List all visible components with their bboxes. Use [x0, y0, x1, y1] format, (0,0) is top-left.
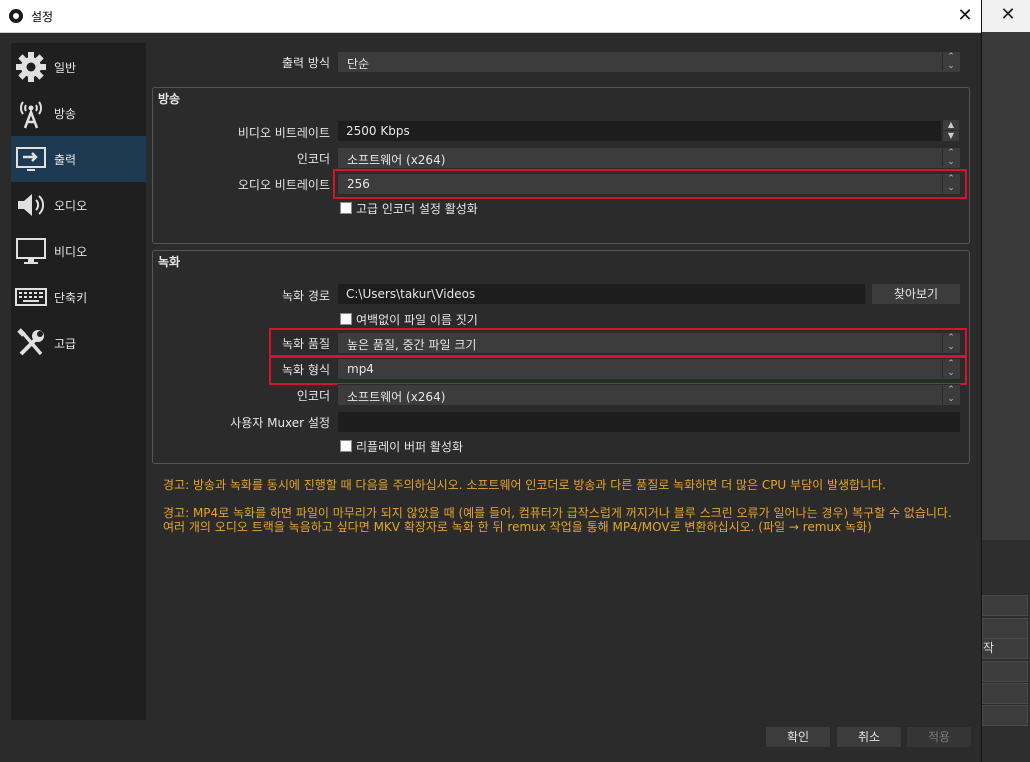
sidebar-item-label: 방송	[54, 107, 77, 121]
keyboard-icon	[15, 288, 47, 306]
titlebar	[0, 0, 981, 33]
output-mode-label: 출력 방식	[282, 56, 330, 70]
audio-bitrate-label: 오디오 비트레이트	[237, 178, 330, 192]
recording-path-input[interactable]: C:\Users\takur\Videos	[337, 283, 866, 305]
close-icon[interactable]: ✕	[952, 4, 978, 28]
monitor-icon	[16, 238, 46, 264]
background-dock-button[interactable]	[982, 705, 1028, 726]
obs-logo-icon	[9, 9, 23, 23]
replay-buffer-label: 리플레이 버퍼 활성화	[356, 440, 463, 454]
chevron-updown-icon: ⌃ ⌄	[942, 53, 959, 71]
video-bitrate-value: 2500 Kbps	[346, 124, 410, 138]
broadcast-icon	[20, 101, 42, 129]
sidebar-item-label: 오디오	[54, 199, 88, 213]
sidebar-item-label: 고급	[54, 337, 77, 351]
settings-sidebar: 일반 방송 출력 오디오 비디오 단축키 고급	[11, 43, 146, 720]
audio-bitrate-select[interactable]: 256 ⌃ ⌄	[337, 173, 961, 195]
chevron-updown-icon: ⌃ ⌄	[942, 149, 959, 167]
chevron-updown-icon: ⌃ ⌄	[942, 334, 959, 352]
custom-muxer-input[interactable]	[337, 411, 961, 433]
recording-encoder-label: 인코더	[296, 389, 330, 403]
sidebar-item-advanced[interactable]: 고급	[11, 320, 146, 366]
gear-icon	[16, 52, 46, 82]
cancel-button[interactable]: 취소	[836, 726, 902, 748]
sidebar-item-hotkeys[interactable]: 단축키	[11, 274, 146, 320]
custom-muxer-label: 사용자 Muxer 설정	[230, 416, 330, 430]
replay-buffer-checkbox[interactable]	[340, 440, 352, 452]
chevron-updown-icon: ⌃ ⌄	[942, 360, 959, 378]
browse-button[interactable]: 찾아보기	[871, 283, 961, 305]
sidebar-item-label: 출력	[54, 153, 77, 167]
advanced-encoder-label: 고급 인코더 설정 활성화	[356, 202, 478, 216]
stream-encoder-select[interactable]: 소프트웨어 (x264) ⌃ ⌄	[337, 147, 961, 169]
sidebar-item-stream[interactable]: 방송	[11, 90, 146, 136]
background-dock-button[interactable]	[982, 683, 1028, 704]
background-dock-button[interactable]	[982, 595, 1028, 616]
sidebar-item-label: 비디오	[54, 245, 88, 259]
warning-text: 경고: MP4로 녹화를 하면 파일이 마무리가 되지 않았을 때 (예를 들어…	[163, 506, 952, 534]
spin-up-icon[interactable]: ▲	[943, 120, 959, 130]
audio-bitrate-value: 256	[347, 177, 370, 191]
recording-quality-label: 녹화 품질	[282, 337, 330, 351]
recording-format-value: mp4	[347, 362, 374, 376]
warning-text: 경고: 방송과 녹화를 동시에 진행할 때 다음을 주의하십시오. 소프트웨어 …	[163, 478, 886, 492]
recording-path-value: C:\Users\takur\Videos	[346, 287, 476, 301]
background-dock-button[interactable]	[982, 661, 1028, 682]
background-close-icon[interactable]: ✕	[996, 4, 1020, 26]
ok-button[interactable]: 확인	[765, 726, 831, 748]
background-dock-button[interactable]	[982, 618, 1028, 639]
output-mode-value: 단순	[347, 57, 370, 71]
sidebar-item-general[interactable]: 일반	[11, 44, 146, 90]
sidebar-item-label: 단축키	[54, 291, 88, 305]
tools-icon	[17, 328, 44, 356]
output-mode-select[interactable]: 단순 ⌃ ⌄	[337, 51, 961, 73]
settings-dialog: 설정 ✕ 일반 방송 출력 오디오 비디오 단축키 고급 출력 방식 단순 ⌃ …	[0, 0, 982, 762]
recording-format-label: 녹화 형식	[282, 363, 330, 377]
stream-encoder-value: 소프트웨어 (x264)	[347, 153, 446, 167]
stream-group-title: 방송	[158, 92, 181, 106]
video-bitrate-spinbox[interactable]: 2500 Kbps	[337, 120, 942, 142]
no-space-filenames-label: 여백없이 파일 이름 짓기	[356, 313, 478, 327]
speaker-icon	[18, 194, 45, 216]
sidebar-item-audio[interactable]: 오디오	[11, 182, 146, 228]
stream-encoder-label: 인코더	[296, 152, 330, 166]
apply-button[interactable]: 적용	[906, 726, 972, 748]
video-bitrate-label: 비디오 비트레이트	[237, 126, 330, 140]
recording-encoder-value: 소프트웨어 (x264)	[347, 390, 446, 404]
sidebar-item-video[interactable]: 비디오	[11, 228, 146, 274]
sidebar-item-output[interactable]: 출력	[11, 136, 146, 182]
advanced-encoder-checkbox[interactable]	[340, 202, 352, 214]
chevron-updown-icon: ⌃ ⌄	[942, 386, 959, 404]
output-icon	[16, 147, 46, 171]
dialog-title: 설정	[31, 10, 54, 24]
recording-encoder-select[interactable]: 소프트웨어 (x264) ⌃ ⌄	[337, 384, 961, 406]
sidebar-item-label: 일반	[54, 61, 77, 75]
recording-format-select[interactable]: mp4 ⌃ ⌄	[337, 358, 961, 380]
background-dock-button-start[interactable]: 작	[982, 638, 1028, 659]
recording-quality-select[interactable]: 높은 품질, 중간 파일 크기 ⌃ ⌄	[337, 332, 961, 354]
recording-quality-value: 높은 품질, 중간 파일 크기	[347, 338, 477, 352]
chevron-updown-icon: ⌃ ⌄	[942, 175, 959, 193]
spin-down-icon[interactable]: ▼	[943, 131, 959, 141]
no-space-filenames-checkbox[interactable]	[340, 313, 352, 325]
background-dock-button-label: 작	[983, 641, 995, 655]
recording-path-label: 녹화 경로	[282, 289, 330, 303]
recording-group-title: 녹화	[158, 255, 181, 269]
